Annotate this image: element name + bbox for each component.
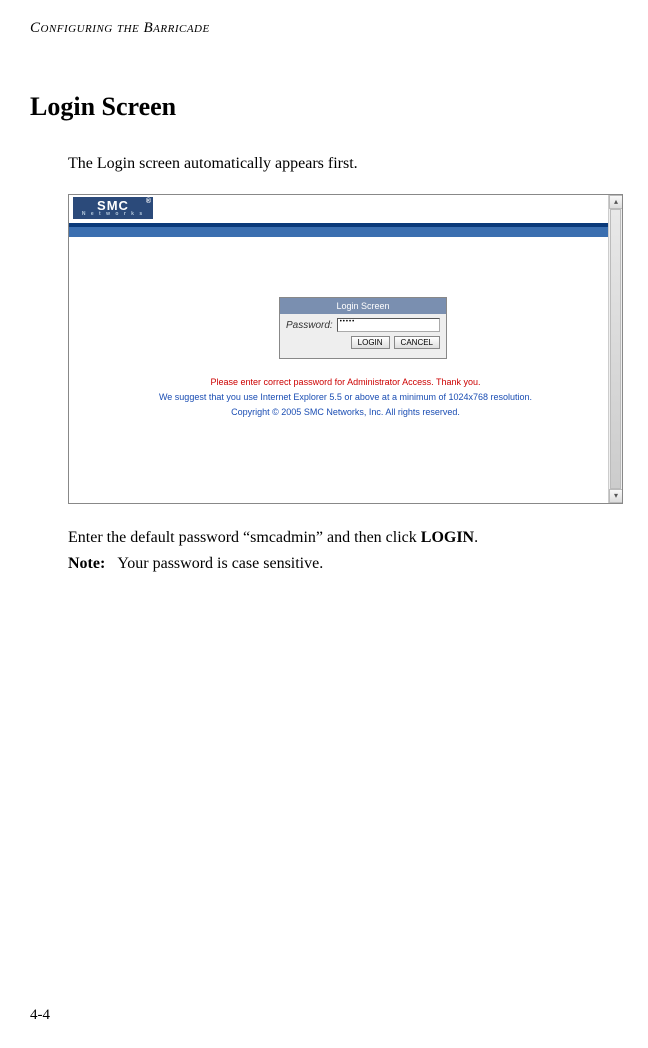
screenshot-body: Login Screen Password: ••••• LOGIN CANCE… bbox=[69, 237, 622, 503]
intro-paragraph: The Login screen automatically appears f… bbox=[68, 152, 618, 176]
browser-suggestion: We suggest that you use Internet Explore… bbox=[69, 392, 622, 402]
section-title: Login Screen bbox=[30, 92, 618, 122]
logo-subtext: N e t w o r k s bbox=[82, 212, 144, 217]
screenshot-header: ® SMC N e t w o r k s bbox=[69, 195, 622, 223]
note-line: Note: Your password is case sensitive. bbox=[68, 550, 618, 577]
login-box-title: Login Screen bbox=[280, 298, 446, 314]
error-message: Please enter correct password for Admini… bbox=[69, 377, 622, 387]
page-number: 4-4 bbox=[30, 1007, 50, 1024]
logo-registered: ® bbox=[146, 198, 151, 205]
copyright-text: Copyright © 2005 SMC Networks, Inc. All … bbox=[69, 407, 622, 417]
instr-bold: LOGIN bbox=[421, 529, 474, 546]
login-screenshot: ® SMC N e t w o r k s Login Screen Passw… bbox=[68, 194, 623, 504]
header-bar-light bbox=[69, 227, 622, 237]
scroll-up-button[interactable]: ▴ bbox=[609, 195, 623, 209]
scroll-down-button[interactable]: ▾ bbox=[609, 489, 623, 503]
cancel-button[interactable]: CANCEL bbox=[394, 336, 440, 349]
password-label: Password: bbox=[286, 320, 333, 331]
note-text: Your password is case sensitive. bbox=[117, 555, 323, 572]
login-button[interactable]: LOGIN bbox=[351, 336, 390, 349]
instr-post: . bbox=[474, 529, 478, 546]
smc-logo: ® SMC N e t w o r k s bbox=[73, 197, 153, 219]
scrollbar[interactable]: ▴ ▾ bbox=[608, 195, 622, 503]
note-label: Note: bbox=[68, 555, 105, 572]
instr-pre: Enter the default password “smcadmin” an… bbox=[68, 529, 421, 546]
scroll-thumb[interactable] bbox=[610, 209, 621, 489]
running-head: Configuring the Barricade bbox=[30, 20, 618, 37]
instruction-paragraph: Enter the default password “smcadmin” an… bbox=[68, 526, 618, 550]
login-box: Login Screen Password: ••••• LOGIN CANCE… bbox=[279, 297, 447, 359]
password-input[interactable]: ••••• bbox=[337, 318, 440, 332]
